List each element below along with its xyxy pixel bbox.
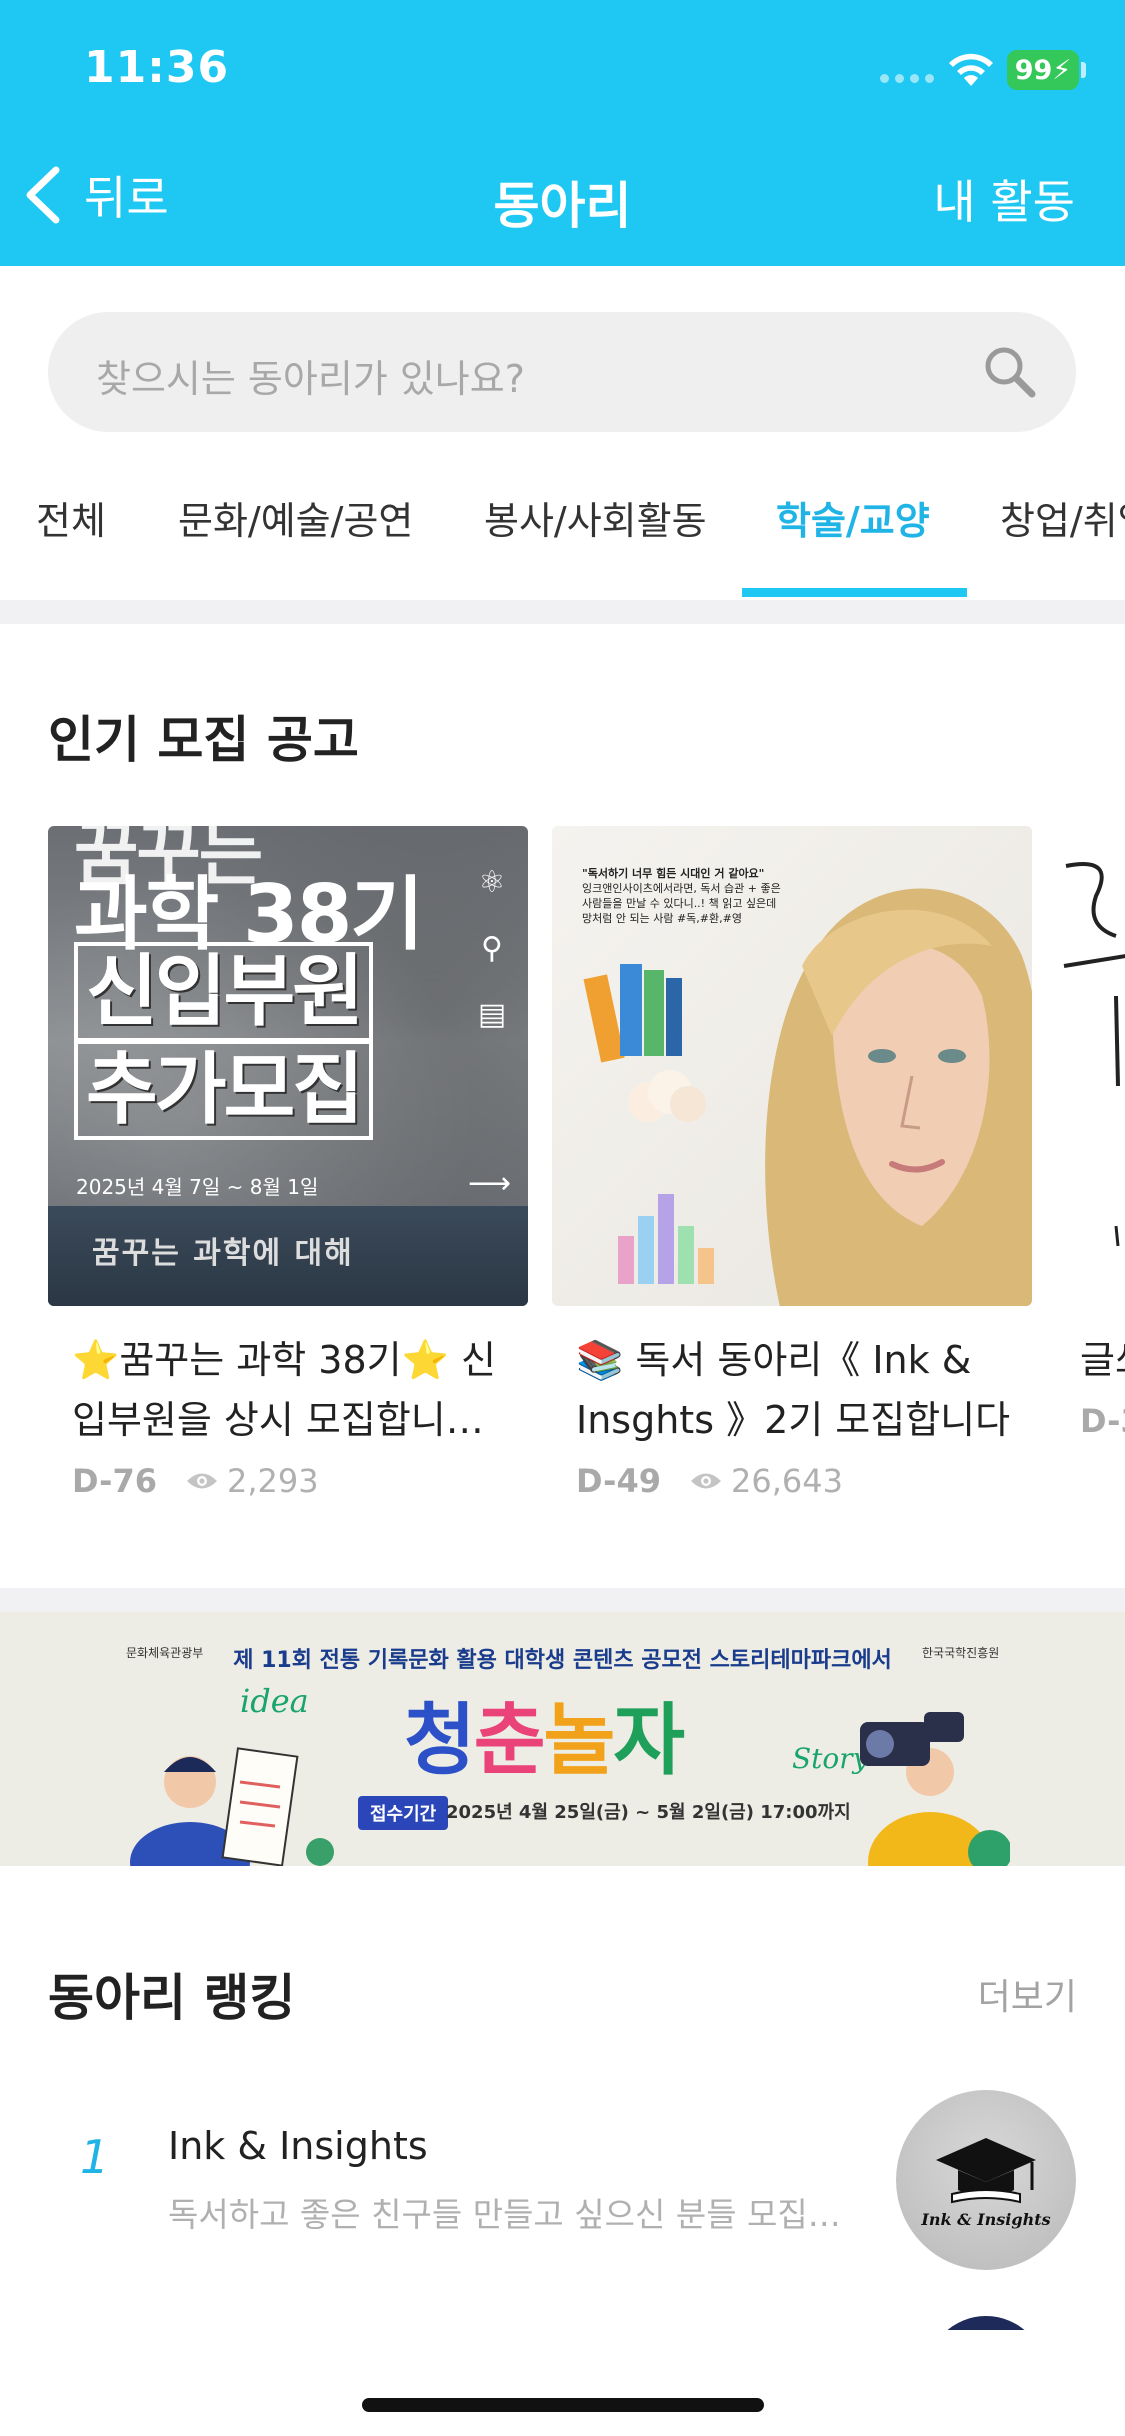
banner-char: 청 [404, 1696, 476, 1786]
card-thumbnail [1056, 826, 1125, 1306]
banner-char: 춘 [473, 1696, 546, 1786]
search-input[interactable]: 찾으시는 동아리가 있나요? [48, 312, 1076, 432]
battery-cap [1081, 62, 1086, 78]
promo-banner[interactable]: 문화체육관광부 제 11회 전통 기록문화 활용 대학생 콘텐츠 공모전 스토리… [0, 1612, 1125, 1866]
thumb-box1: 신입부원 [74, 942, 374, 1042]
battery-icon: 99 ⚡ [1007, 50, 1079, 90]
cloud-illustration [628, 1070, 706, 1122]
dday-badge: D-76 [72, 1462, 157, 1500]
handwriting-image [1063, 862, 1125, 1247]
recruit-card[interactable]: 꿈꾸는 과학 38기 신입부원 추가모집 ⚛ ⚲ ▤ 2025년 4월 7일 ~ 8… [48, 826, 528, 1500]
camera-person-illustration [860, 1712, 1010, 1866]
app-header: 11:36 99 ⚡ 뒤로 동아리 내 활동 [0, 0, 1125, 266]
card-meta: D-49 26,643 [552, 1462, 1032, 1500]
card-meta: D-3 [1056, 1402, 1125, 1440]
graduation-cap-icon [936, 2138, 1036, 2204]
eye-icon [690, 1473, 721, 1489]
banner-org-right: 한국국학진흥원 [922, 1646, 1000, 1660]
status-time: 11:36 [84, 42, 230, 93]
search-placeholder: 찾으시는 동아리가 있나요? [96, 357, 525, 401]
arrow-right-icon: ⟶ [468, 1166, 512, 1201]
view-count: 2,293 [226, 1462, 319, 1500]
club-logo: Ink & Insights [896, 2090, 1076, 2270]
bar-chart-illustration [618, 1194, 714, 1284]
recruit-card[interactable]: "독서하기 너무 힘든 시대인 거 같아요" 잉크앤인사이츠에서라면, 독서 습… [552, 826, 1032, 1500]
home-indicator[interactable] [362, 2398, 764, 2412]
portrait-image [765, 888, 1032, 1306]
ranking-section-title: 동아리 랭킹 [48, 1969, 296, 2027]
eye-icon [186, 1473, 217, 1489]
popular-section-title: 인기 모집 공고 [48, 711, 359, 769]
banner-headline: 청춘놀자 [404, 1678, 685, 1790]
thumb-box2: 추가모집 [74, 1040, 374, 1140]
more-button[interactable]: 더보기 [978, 1968, 1077, 2020]
my-activity-button[interactable]: 내 활동 [933, 166, 1075, 232]
rank-number: 1 [80, 2130, 110, 2184]
card-thumbnail: "독서하기 너무 힘든 시대인 거 같아요" 잉크앤인사이츠에서라면, 독서 습… [552, 826, 1032, 1306]
banner-char: 놀 [543, 1696, 616, 1786]
section-divider [0, 600, 1125, 624]
thumb-bottom-band: 꿈꾸는 과학에 대해 [48, 1206, 528, 1306]
thumb-side-icons: ⚛ ⚲ ▤ [477, 865, 507, 1032]
card-title: 글쓰 [1080, 1338, 1125, 1382]
active-tab-indicator [742, 588, 967, 597]
tab-culture-art[interactable]: 문화/예술/공연 [178, 490, 413, 545]
tab-academic[interactable]: 학술/교양 [776, 490, 930, 545]
charging-bolt-icon: ⚡ [1052, 54, 1072, 86]
club-logo-text: Ink & Insights [921, 2210, 1051, 2229]
recruit-card[interactable]: 글쓰 D-3 [1056, 826, 1125, 1440]
cellular-signal-icon [880, 74, 934, 83]
thumb-bottom-text: 꿈꾸는 과학에 대해 [92, 1236, 354, 1271]
student-illustration [130, 1747, 334, 1866]
ranking-list-item[interactable]: 1 Ink & Insights 독서하고 좋은 친구들 만들고 싶으신 분들 … [0, 2090, 1125, 2280]
club-description: 독서하고 좋은 친구들 만들고 싶으신 분들 모집합니… [168, 2195, 868, 2234]
popular-carousel[interactable]: 꿈꾸는 과학 38기 신입부원 추가모집 ⚛ ⚲ ▤ 2025년 4월 7일 ~ 8… [48, 826, 1125, 1526]
club-name: Ink & Insights [168, 2124, 428, 2168]
banner-period-label: 접수기간 [358, 1796, 449, 1830]
dday-badge: D-49 [576, 1462, 661, 1500]
banner-period: 2025년 4월 25일(금) ~ 5월 2일(금) 17:00까지 [446, 1802, 851, 1823]
books-illustration [583, 964, 682, 1063]
dday-badge: D-3 [1080, 1402, 1125, 1440]
thumb-date: 2025년 4월 7일 ~ 8월 1일 [76, 1175, 319, 1199]
tab-startup-job[interactable]: 창업/취업 [1000, 490, 1125, 545]
tab-all[interactable]: 전체 [36, 490, 106, 545]
card-thumbnail: 꿈꾸는 과학 38기 신입부원 추가모집 ⚛ ⚲ ▤ 2025년 4월 7일 ~ 8… [48, 826, 528, 1306]
banner-char: 자 [613, 1696, 685, 1786]
card-title: 📚 독서 동아리《 Ink & Insghts 》2기 모집합니다 [576, 1338, 1011, 1442]
battery-level: 99 [1014, 54, 1053, 86]
card-title: ⭐꿈꾸는 과학 38기⭐ 신입부원을 상시 모집합니… [72, 1338, 496, 1442]
tab-volunteer[interactable]: 봉사/사회활동 [484, 490, 707, 545]
search-icon[interactable] [980, 342, 1040, 402]
category-tabs: 전체 문화/예술/공연 봉사/사회활동 학술/교양 창업/취업 [0, 450, 1125, 600]
bottom-safe-area [0, 2330, 1125, 2436]
view-count: 26,643 [730, 1462, 843, 1500]
section-divider [0, 1588, 1125, 1612]
wifi-icon [949, 53, 993, 86]
card-meta: D-76 2,293 [48, 1462, 528, 1500]
